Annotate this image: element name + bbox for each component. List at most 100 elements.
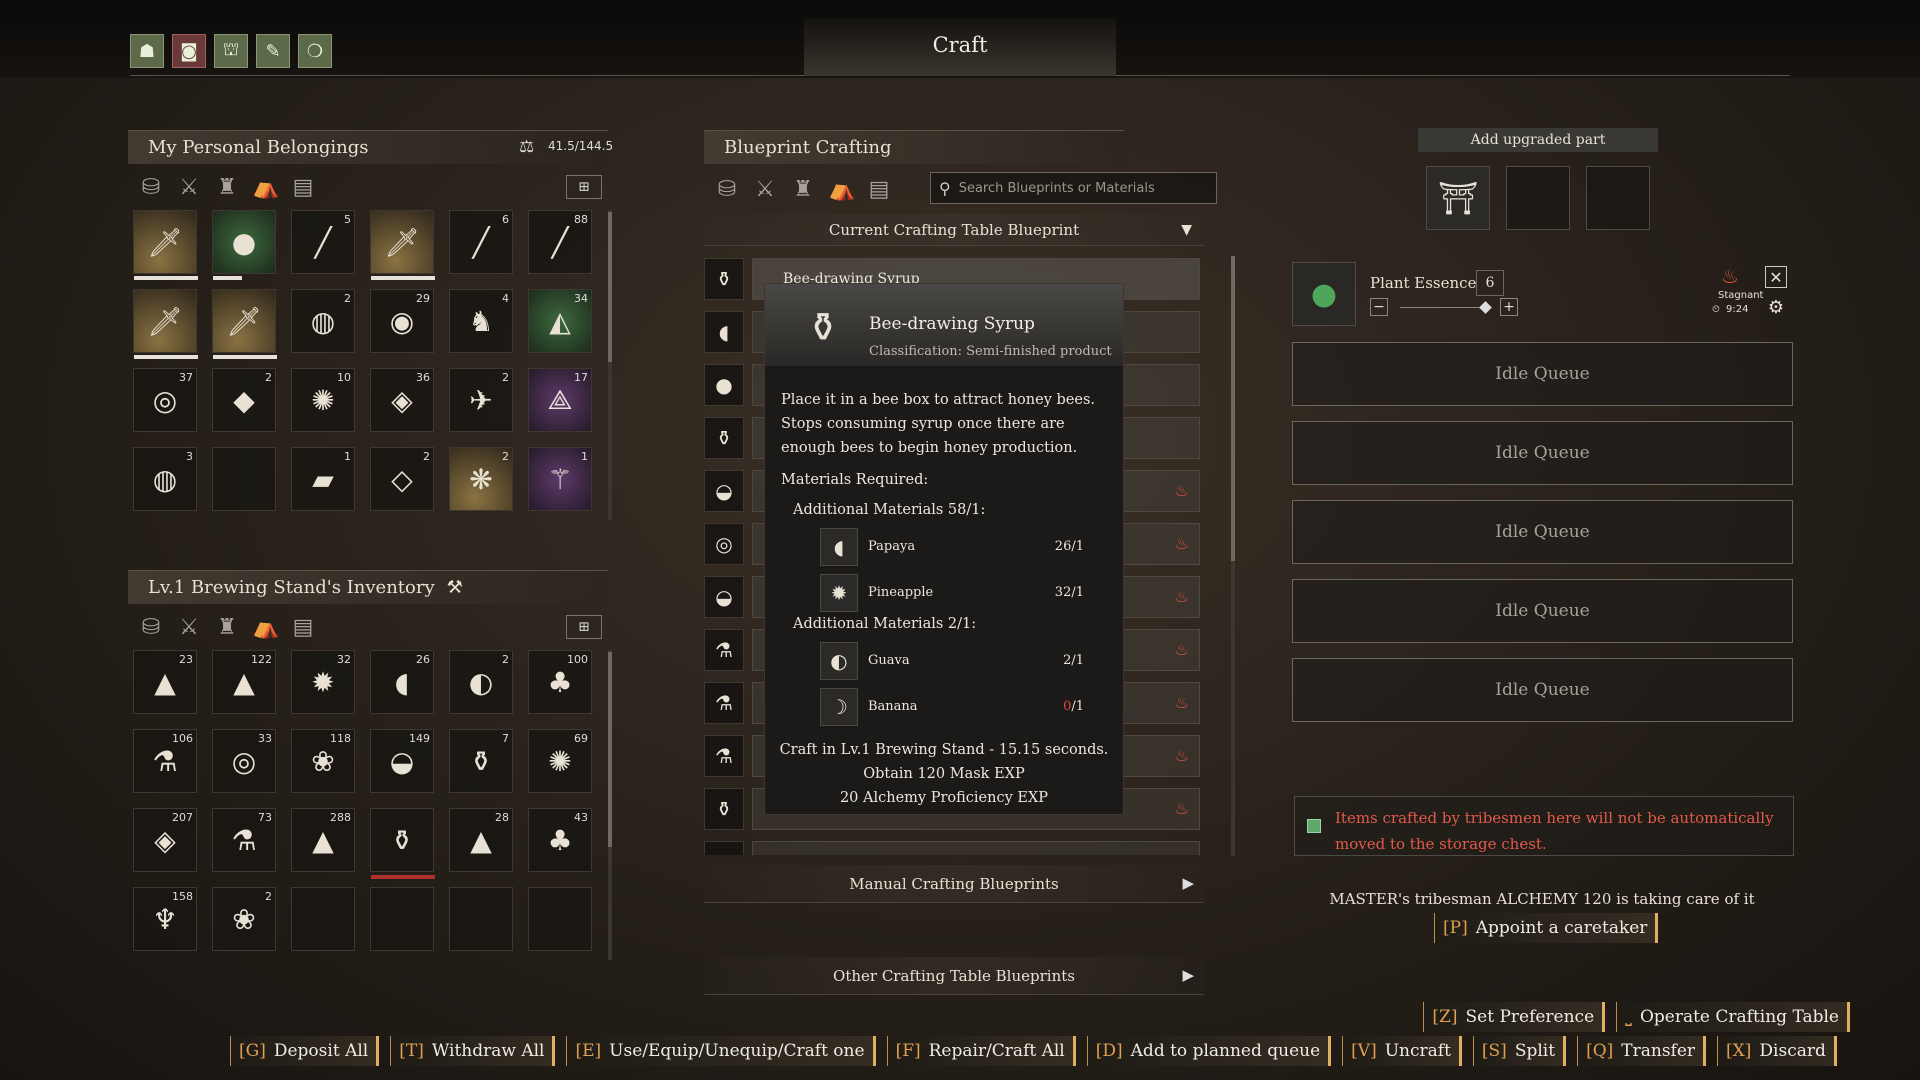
- personal-slot[interactable]: ▰ 1: [291, 447, 355, 511]
- repair-craft-all-button[interactable]: [F] Repair/Craft All: [886, 1036, 1076, 1066]
- brewing-slot[interactable]: ◐ 2: [449, 650, 513, 714]
- brewing-slot[interactable]: ❀ 118: [291, 729, 355, 793]
- personal-slot[interactable]: ◍ 2: [291, 289, 355, 353]
- personal-sort-button[interactable]: ⊞: [566, 175, 602, 199]
- withdraw-all-button[interactable]: [T] Withdraw All: [390, 1036, 556, 1066]
- brewing-slot[interactable]: ⚗ 106: [133, 729, 197, 793]
- current-table-dropdown[interactable]: Current Crafting Table Blueprint ▼: [704, 214, 1204, 246]
- idle-queue-slot[interactable]: Idle Queue: [1292, 500, 1793, 564]
- appoint-caretaker-button[interactable]: [P] Appoint a caretaker: [1434, 913, 1659, 943]
- filter-weapon-icon[interactable]: ⚔: [176, 615, 202, 640]
- personal-slot[interactable]: ◇ 2: [370, 447, 434, 511]
- brewing-stand-part-slot[interactable]: ⛩: [1426, 166, 1490, 230]
- blueprint-scroll-thumb[interactable]: [1231, 256, 1235, 561]
- brewing-slot[interactable]: ▲ 122: [212, 650, 276, 714]
- brewing-slot[interactable]: ◖ 26: [370, 650, 434, 714]
- filter-materials-icon[interactable]: ▤: [290, 615, 316, 640]
- quantity-field[interactable]: 6: [1476, 270, 1504, 296]
- personal-slot[interactable]: ◈ 36: [370, 368, 434, 432]
- brewing-slot[interactable]: ◒ 149: [370, 729, 434, 793]
- brewing-slot[interactable]: [449, 887, 513, 951]
- personal-slot[interactable]: ╱ 6: [449, 210, 513, 274]
- personal-slot[interactable]: 🗡: [133, 210, 198, 280]
- brewing-slot[interactable]: ❀ 2: [212, 887, 276, 951]
- brewing-slot[interactable]: [528, 887, 592, 951]
- decrease-quantity-button[interactable]: −: [1370, 298, 1388, 316]
- filter-armor-icon[interactable]: ♜: [214, 175, 240, 200]
- blueprint-scrollbar[interactable]: [1231, 256, 1235, 856]
- filter-camp-icon[interactable]: ⛺: [252, 175, 279, 200]
- personal-slot[interactable]: ◭ 34: [528, 289, 592, 353]
- idle-queue-slot[interactable]: Idle Queue: [1292, 421, 1793, 485]
- upgrade-slot-empty[interactable]: [1506, 166, 1570, 230]
- use-equip-unequip-craft-one-button[interactable]: [E] Use/Equip/Unequip/Craft one: [566, 1036, 876, 1066]
- close-icon[interactable]: ✕: [1765, 266, 1787, 288]
- filter-armor-icon[interactable]: ♜: [790, 177, 816, 202]
- discard-button[interactable]: [X] Discard: [1717, 1036, 1837, 1066]
- brewing-slot[interactable]: ▲ 28: [449, 808, 513, 872]
- personal-slot[interactable]: ●: [212, 210, 276, 280]
- filter-all-icon[interactable]: ⛁: [138, 175, 164, 200]
- blueprint-search-input[interactable]: ⚲ Search Blueprints or Materials: [930, 172, 1217, 204]
- brewing-slot[interactable]: ◎ 33: [212, 729, 276, 793]
- brewing-slot[interactable]: ⚗ 73: [212, 808, 276, 872]
- increase-quantity-button[interactable]: +: [1500, 298, 1518, 316]
- idle-queue-slot[interactable]: Idle Queue: [1292, 579, 1793, 643]
- brewing-scrollbar[interactable]: [608, 650, 612, 960]
- deposit-all-button[interactable]: [G] Deposit All: [230, 1036, 380, 1066]
- filter-all-icon[interactable]: ⛁: [714, 177, 740, 202]
- personal-slot[interactable]: ◍ 3: [133, 447, 197, 511]
- personal-slot[interactable]: [212, 447, 276, 511]
- brewing-sort-button[interactable]: ⊞: [566, 615, 602, 639]
- idle-queue-slot[interactable]: Idle Queue: [1292, 342, 1793, 406]
- brewing-slot[interactable]: [370, 887, 434, 951]
- brewing-slot[interactable]: ♣ 100: [528, 650, 592, 714]
- brewing-slot[interactable]: ✹ 32: [291, 650, 355, 714]
- personal-slot[interactable]: ⟁ 17: [528, 368, 592, 432]
- blueprint-row[interactable]: ◒ Raw Lacquer ♨: [704, 841, 1200, 855]
- crafting-icon[interactable]: ⛫: [214, 34, 248, 68]
- brewing-slot[interactable]: ⚱: [370, 808, 435, 879]
- personal-slot[interactable]: ╱ 5: [291, 210, 355, 274]
- personal-slot[interactable]: ❋ 2: [449, 447, 513, 511]
- personal-slot[interactable]: ╱ 88: [528, 210, 592, 274]
- gear-icon[interactable]: ⚙: [1765, 296, 1787, 318]
- add-to-planned-queue-button[interactable]: [D] Add to planned queue: [1086, 1036, 1332, 1066]
- personal-slot[interactable]: 🗡: [370, 210, 435, 280]
- personal-scrollbar[interactable]: [608, 210, 612, 520]
- brewing-slot[interactable]: ✺ 69: [528, 729, 592, 793]
- water-drop-icon[interactable]: ❍: [298, 34, 332, 68]
- operate-crafting-table-button[interactable]: ⎵ Operate Crafting Table: [1616, 1002, 1850, 1032]
- quantity-slider-handle[interactable]: [1479, 301, 1492, 314]
- brewing-slot[interactable]: [291, 887, 355, 951]
- filter-weapon-icon[interactable]: ⚔: [752, 177, 778, 202]
- filter-materials-icon[interactable]: ▤: [866, 177, 892, 202]
- feather-icon[interactable]: ✎: [256, 34, 290, 68]
- filter-materials-icon[interactable]: ▤: [290, 175, 316, 200]
- filter-all-icon[interactable]: ⛁: [138, 615, 164, 640]
- brewing-slot[interactable]: ♣ 43: [528, 808, 592, 872]
- personal-slot[interactable]: 🗡: [133, 289, 198, 359]
- personal-slot[interactable]: ♞ 4: [449, 289, 513, 353]
- set-preference-button[interactable]: [Z] Set Preference: [1423, 1002, 1606, 1032]
- filter-camp-icon[interactable]: ⛺: [828, 177, 855, 202]
- personal-slot[interactable]: ◎ 37: [133, 368, 197, 432]
- personal-slot[interactable]: ✺ 10: [291, 368, 355, 432]
- manual-blueprints-toggle[interactable]: Manual Crafting Blueprints ▶: [704, 865, 1204, 903]
- brewing-slot[interactable]: ◈ 207: [133, 808, 197, 872]
- filter-armor-icon[interactable]: ♜: [214, 615, 240, 640]
- filter-camp-icon[interactable]: ⛺: [252, 615, 279, 640]
- personal-slot[interactable]: ⚚ 1: [528, 447, 592, 511]
- uncraft-button[interactable]: [V] Uncraft: [1342, 1036, 1462, 1066]
- personal-scroll-thumb[interactable]: [608, 212, 612, 362]
- other-blueprints-toggle[interactable]: Other Crafting Table Blueprints ▶: [704, 957, 1204, 995]
- personal-slot[interactable]: ◆ 2: [212, 368, 276, 432]
- brewing-slot[interactable]: ♆ 158: [133, 887, 197, 951]
- quantity-slider-track[interactable]: [1400, 307, 1486, 308]
- brewing-slot[interactable]: ⚱ 7: [449, 729, 513, 793]
- idle-queue-slot[interactable]: Idle Queue: [1292, 658, 1793, 722]
- character-icon[interactable]: ☗: [130, 34, 164, 68]
- mask-icon[interactable]: ◙: [172, 34, 206, 68]
- brewing-slot[interactable]: ▲ 23: [133, 650, 197, 714]
- personal-slot[interactable]: ✈ 2: [449, 368, 513, 432]
